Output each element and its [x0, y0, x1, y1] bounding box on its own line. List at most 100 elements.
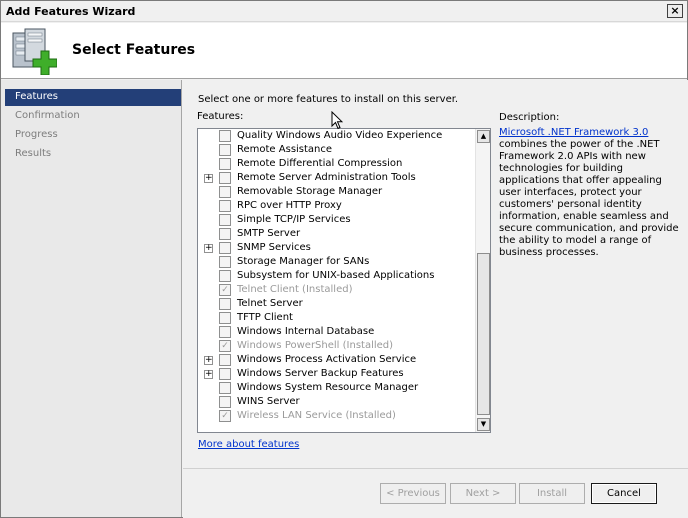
description-text: combines the power of the .NET Framework…	[499, 139, 679, 258]
scroll-down-button[interactable]: ▼	[477, 418, 490, 431]
feature-row[interactable]: + Windows Server Backup Features	[198, 367, 476, 381]
feature-label: Remote Server Administration Tools	[237, 172, 416, 183]
feature-label: Remote Differential Compression	[237, 158, 403, 169]
feature-label: Telnet Server	[237, 298, 303, 309]
feature-label: SMTP Server	[237, 228, 301, 239]
feature-checkbox[interactable]	[219, 298, 231, 310]
feature-row[interactable]: + SNMP Services	[198, 241, 476, 255]
feature-row[interactable]: + Remote Server Administration Tools	[198, 171, 476, 185]
feature-checkbox: ✓	[219, 410, 231, 422]
feature-row[interactable]: Remote Assistance	[198, 143, 476, 157]
feature-row[interactable]: Quality Windows Audio Video Experience	[198, 129, 476, 143]
nav-item-label: Features	[15, 91, 58, 102]
feature-checkbox[interactable]	[219, 228, 231, 240]
feature-row[interactable]: TFTP Client	[198, 311, 476, 325]
next-button[interactable]: Next >	[450, 483, 516, 504]
cancel-button[interactable]: Cancel	[591, 483, 657, 504]
feature-row[interactable]: RPC over HTTP Proxy	[198, 199, 476, 213]
nav-item-confirmation: Confirmation	[5, 108, 181, 125]
wizard-nav: Features Confirmation Progress Results	[1, 80, 182, 517]
feature-row[interactable]: + Windows Process Activation Service	[198, 353, 476, 367]
server-features-icon	[12, 28, 57, 75]
feature-checkbox[interactable]	[219, 214, 231, 226]
previous-button[interactable]: < Previous	[380, 483, 446, 504]
close-button[interactable]: ×	[667, 4, 683, 18]
wizard-header: Select Features	[1, 23, 687, 79]
feature-checkbox[interactable]	[219, 326, 231, 338]
feature-label: Wireless LAN Service (Installed)	[237, 410, 396, 421]
feature-label: Simple TCP/IP Services	[237, 214, 351, 225]
feature-checkbox[interactable]	[219, 242, 231, 254]
feature-label: WINS Server	[237, 396, 300, 407]
feature-label: Storage Manager for SANs	[237, 256, 370, 267]
arrow-down-icon: ▼	[480, 420, 487, 428]
feature-row[interactable]: WINS Server	[198, 395, 476, 409]
feature-row[interactable]: SMTP Server	[198, 227, 476, 241]
feature-checkbox[interactable]	[219, 396, 231, 408]
feature-row[interactable]: ✓ Windows PowerShell (Installed)	[198, 339, 476, 353]
feature-label: Windows Internal Database	[237, 326, 375, 337]
feature-label: Remote Assistance	[237, 144, 333, 155]
feature-label: Removable Storage Manager	[237, 186, 383, 197]
nav-item-results: Results	[5, 146, 181, 163]
expand-plus-icon[interactable]: +	[204, 244, 213, 253]
feature-label: Windows Process Activation Service	[237, 354, 417, 365]
page-title: Select Features	[72, 42, 196, 58]
feature-row[interactable]: ✓ Wireless LAN Service (Installed)	[198, 409, 476, 423]
feature-row[interactable]: ✓ Telnet Client (Installed)	[198, 283, 476, 297]
description-label: Description:	[499, 112, 560, 123]
feature-row[interactable]: Windows Internal Database	[198, 325, 476, 339]
feature-row[interactable]: Subsystem for UNIX-based Applications	[198, 269, 476, 283]
feature-row[interactable]: Windows System Resource Manager	[198, 381, 476, 395]
feature-label: TFTP Client	[237, 312, 293, 323]
nav-item-label: Progress	[15, 129, 58, 140]
expand-plus-icon[interactable]: +	[204, 174, 213, 183]
instruction-text: Select one or more features to install o…	[198, 94, 459, 105]
window-title: Add Features Wizard	[6, 5, 136, 18]
description-link[interactable]: Microsoft .NET Framework 3.0	[499, 127, 648, 138]
feature-checkbox[interactable]	[219, 368, 231, 380]
feature-checkbox[interactable]	[219, 172, 231, 184]
wizard-window: Add Features Wizard × Select Features Fe…	[0, 0, 688, 518]
feature-label: Quality Windows Audio Video Experience	[237, 130, 443, 141]
feature-checkbox: ✓	[219, 340, 231, 352]
feature-checkbox[interactable]	[219, 382, 231, 394]
feature-checkbox[interactable]	[219, 144, 231, 156]
feature-checkbox[interactable]	[219, 158, 231, 170]
feature-row[interactable]: Simple TCP/IP Services	[198, 213, 476, 227]
install-button[interactable]: Install	[519, 483, 585, 504]
feature-checkbox[interactable]	[219, 256, 231, 268]
feature-row[interactable]: Telnet Server	[198, 297, 476, 311]
feature-checkbox[interactable]	[219, 200, 231, 212]
features-scrollbar[interactable]: ▲ ▼	[475, 129, 490, 432]
expand-plus-icon[interactable]: +	[204, 370, 213, 379]
scroll-up-button[interactable]: ▲	[477, 130, 490, 143]
wizard-footer: < Previous Next > Install Cancel	[183, 468, 688, 518]
content-pane: Select one or more features to install o…	[183, 80, 688, 468]
features-tree[interactable]: ✓ Wireless LAN Service (Installed) WINS Se…	[197, 128, 491, 433]
feature-label: Telnet Client (Installed)	[237, 284, 353, 295]
title-bar: Add Features Wizard ×	[1, 1, 687, 22]
nav-item-label: Confirmation	[15, 110, 80, 121]
feature-label: Windows System Resource Manager	[237, 382, 419, 393]
expand-plus-icon[interactable]: +	[204, 356, 213, 365]
feature-label: RPC over HTTP Proxy	[237, 200, 342, 211]
features-label: Features:	[197, 111, 244, 122]
more-about-features-link[interactable]: More about features	[198, 439, 299, 450]
nav-item-label: Results	[15, 148, 52, 159]
feature-row[interactable]: Removable Storage Manager	[198, 185, 476, 199]
feature-checkbox[interactable]	[219, 130, 231, 142]
scroll-thumb[interactable]	[477, 253, 490, 415]
feature-checkbox[interactable]	[219, 312, 231, 324]
feature-row[interactable]: Remote Differential Compression	[198, 157, 476, 171]
feature-row[interactable]: Storage Manager for SANs	[198, 255, 476, 269]
nav-item-features[interactable]: Features	[5, 89, 181, 106]
feature-label: Windows Server Backup Features	[237, 368, 404, 379]
feature-checkbox[interactable]	[219, 186, 231, 198]
nav-item-progress: Progress	[5, 127, 181, 144]
feature-label: Subsystem for UNIX-based Applications	[237, 270, 435, 281]
feature-label: SNMP Services	[237, 242, 311, 253]
close-icon: ×	[670, 4, 680, 17]
feature-checkbox[interactable]	[219, 270, 231, 282]
feature-checkbox[interactable]	[219, 354, 231, 366]
